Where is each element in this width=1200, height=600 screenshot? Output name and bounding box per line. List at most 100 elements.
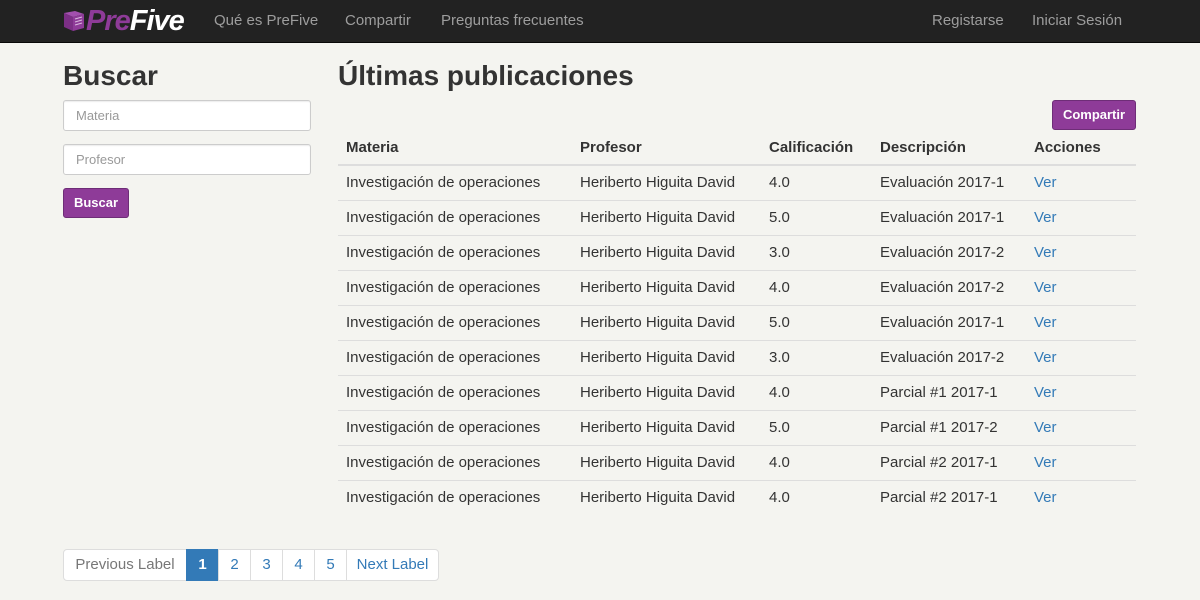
cell-descripcion: Evaluación 2017-2 xyxy=(872,339,1026,375)
table-row: Investigación de operaciones Heriberto Hi… xyxy=(338,409,1136,445)
pagination-page-4[interactable]: 4 xyxy=(282,549,315,581)
brand-name-five: Five xyxy=(129,5,185,37)
cell-materia: Investigación de operaciones xyxy=(338,444,572,480)
nav-link-register[interactable]: Registarse xyxy=(932,0,1004,43)
cell-descripcion: Parcial #1 2017-2 xyxy=(872,409,1026,445)
table-row: Investigación de operaciones Heriberto Hi… xyxy=(338,269,1136,305)
cell-profesor: Heriberto Higuita David xyxy=(572,269,761,305)
cell-action-ver: Ver xyxy=(1026,409,1136,445)
pagination-page-1[interactable]: 1 xyxy=(186,549,219,581)
cell-profesor: Heriberto Higuita David xyxy=(572,444,761,480)
page-title: Últimas publicaciones xyxy=(338,60,634,91)
cell-materia: Investigación de operaciones xyxy=(338,234,572,270)
cell-calificacion: 4.0 xyxy=(761,479,872,515)
cell-calificacion: 3.0 xyxy=(761,234,872,270)
table-row: Investigación de operaciones Heriberto Hi… xyxy=(338,479,1136,515)
cell-profesor: Heriberto Higuita David xyxy=(572,304,761,340)
pagination-page-2[interactable]: 2 xyxy=(218,549,251,581)
pagination-page-3[interactable]: 3 xyxy=(250,549,283,581)
cell-action-ver: Ver xyxy=(1026,304,1136,340)
nav-link-compartir[interactable]: Compartir xyxy=(345,0,411,43)
cell-calificacion: 4.0 xyxy=(761,444,872,480)
view-link[interactable]: Ver xyxy=(1034,209,1057,226)
pagination-previous[interactable]: Previous Label xyxy=(63,549,187,581)
brand-name-pre: Pre xyxy=(86,5,131,37)
cell-calificacion: 5.0 xyxy=(761,409,872,445)
cell-action-ver: Ver xyxy=(1026,165,1136,200)
pagination: Previous Label 1 2 3 4 5 Next Label xyxy=(63,549,439,581)
cell-descripcion: Evaluación 2017-1 xyxy=(872,304,1026,340)
table-row: Investigación de operaciones Heriberto Hi… xyxy=(338,199,1136,235)
view-link[interactable]: Ver xyxy=(1034,454,1057,471)
profesor-search-input[interactable] xyxy=(63,144,311,175)
materia-search-input[interactable] xyxy=(63,100,311,131)
cell-action-ver: Ver xyxy=(1026,444,1136,480)
cell-descripcion: Evaluación 2017-1 xyxy=(872,199,1026,235)
cell-calificacion: 5.0 xyxy=(761,199,872,235)
cell-calificacion: 4.0 xyxy=(769,174,790,192)
top-navbar: PreFive Qué es PreFive Compartir Pregunt… xyxy=(0,0,1200,43)
share-button[interactable]: Compartir xyxy=(1052,100,1136,130)
column-header-acciones: Acciones xyxy=(1026,130,1136,166)
table-row: Investigación de operaciones Heriberto Hi… xyxy=(338,304,1136,340)
cell-calificacion: 4.0 xyxy=(761,269,872,305)
search-title: Buscar xyxy=(63,60,158,91)
view-link[interactable]: Ver xyxy=(1034,279,1057,296)
cell-profesor: Heriberto Higuita David xyxy=(572,234,761,270)
column-header-descripcion: Descripción xyxy=(872,130,1026,166)
book-logo-icon xyxy=(63,9,85,33)
table-header-row: Materia Profesor Calificación Descripció… xyxy=(338,130,1136,166)
cell-materia: Investigación de operaciones xyxy=(346,174,541,192)
table-row: Investigación de operaciones Heriberto Hi… xyxy=(338,339,1136,375)
cell-descripcion: Evaluación 2017-2 xyxy=(872,234,1026,270)
cell-profesor: Heriberto Higuita David xyxy=(572,409,761,445)
cell-action-ver: Ver xyxy=(1026,374,1136,410)
cell-action-ver: Ver xyxy=(1026,479,1136,515)
table-row: Investigación de operaciones Heriberto Hi… xyxy=(338,234,1136,270)
cell-descripcion: Evaluación 2017-2 xyxy=(872,269,1026,305)
cell-calificacion: 5.0 xyxy=(761,304,872,340)
search-button[interactable]: Buscar xyxy=(63,188,129,218)
view-link[interactable]: Ver xyxy=(1034,314,1057,331)
cell-materia: Investigación de operaciones xyxy=(338,304,572,340)
cell-descripcion: Parcial #1 2017-1 xyxy=(872,374,1026,410)
cell-materia: Investigación de operaciones xyxy=(338,409,572,445)
view-link[interactable]: Ver xyxy=(1034,349,1057,366)
publications-table: Materia Profesor Calificación Descripció… xyxy=(338,130,1136,515)
cell-materia: Investigación de operaciones xyxy=(338,199,572,235)
cell-profesor: Heriberto Higuita David xyxy=(572,479,761,515)
cell-materia: Investigación de operaciones xyxy=(338,269,572,305)
cell-materia: Investigación de operaciones xyxy=(338,339,572,375)
cell-action-ver: Ver xyxy=(1026,269,1136,305)
pagination-page-5[interactable]: 5 xyxy=(314,549,347,581)
brand-logo[interactable]: PreFive xyxy=(63,5,185,37)
table-row: Investigación de operaciones Heriberto Hi… xyxy=(338,444,1136,480)
cell-profesor: Heriberto Higuita David xyxy=(572,339,761,375)
cell-descripcion: Parcial #2 2017-1 xyxy=(872,444,1026,480)
cell-materia: Investigación de operaciones xyxy=(338,374,572,410)
table-row: Investigación de operaciones Heriberto Hi… xyxy=(338,165,1136,200)
view-link[interactable]: Ver xyxy=(1034,384,1057,401)
cell-action-ver: Ver xyxy=(1026,199,1136,235)
pagination-next[interactable]: Next Label xyxy=(346,549,439,581)
nav-link-preguntas-frecuentes[interactable]: Preguntas frecuentes xyxy=(441,0,584,43)
cell-action-ver: Ver xyxy=(1026,234,1136,270)
cell-profesor: Heriberto Higuita David xyxy=(572,374,761,410)
column-header-calificacion: Calificación xyxy=(761,130,872,166)
nav-link-que-es-prefive[interactable]: Qué es PreFive xyxy=(214,0,318,43)
cell-action-ver: Ver xyxy=(1026,339,1136,375)
cell-profesor: Heriberto Higuita David xyxy=(572,199,761,235)
view-link[interactable]: Ver xyxy=(1034,419,1057,436)
cell-descripcion: Evaluación 2017-1 xyxy=(880,174,1005,192)
cell-calificacion: 4.0 xyxy=(761,374,872,410)
table-row: Investigación de operaciones Heriberto Hi… xyxy=(338,374,1136,410)
column-header-profesor: Profesor xyxy=(572,130,761,166)
cell-profesor: Heriberto Higuita David xyxy=(580,174,736,192)
nav-link-login[interactable]: Iniciar Sesión xyxy=(1032,0,1122,43)
brand-name: PreFive xyxy=(86,5,185,37)
view-link[interactable]: Ver xyxy=(1034,489,1057,506)
view-link[interactable]: Ver xyxy=(1034,174,1057,191)
column-header-materia: Materia xyxy=(338,130,572,166)
cell-materia: Investigación de operaciones xyxy=(338,479,572,515)
view-link[interactable]: Ver xyxy=(1034,244,1057,261)
